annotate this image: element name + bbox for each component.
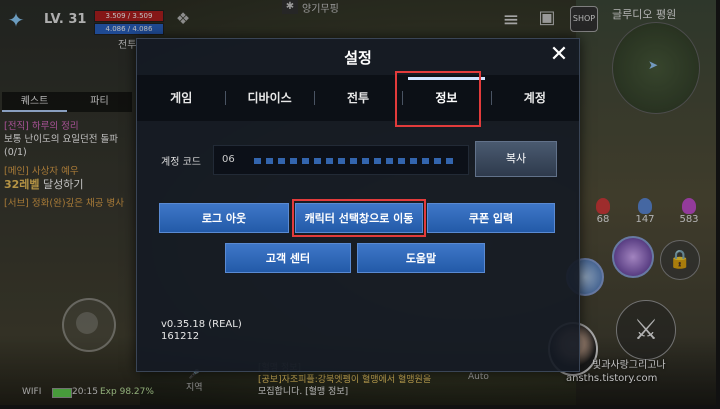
masked-account-code xyxy=(254,158,454,164)
build-number: 161212 xyxy=(161,331,200,342)
tab-game[interactable]: 게임 xyxy=(137,75,225,121)
character-select-highlight xyxy=(292,199,426,237)
tab-device[interactable]: 디바이스 xyxy=(225,75,313,121)
version-label: v0.35.18 (REAL) xyxy=(161,319,242,330)
tab-account[interactable]: 계정 xyxy=(490,75,579,121)
copy-button[interactable]: 복사 xyxy=(475,141,557,177)
logout-button[interactable]: 로그 아웃 xyxy=(159,203,289,233)
coupon-button[interactable]: 쿠폰 입력 xyxy=(427,203,555,233)
tab-info-highlight xyxy=(395,71,481,127)
tab-combat[interactable]: 전투 xyxy=(313,75,402,121)
account-code-field: 06 xyxy=(213,145,469,175)
settings-tabs: 게임 디바이스 전투 정보 계정 xyxy=(137,75,579,121)
support-button[interactable]: 고객 센터 xyxy=(225,243,351,273)
close-icon[interactable]: ✕ xyxy=(547,43,571,67)
version-info: v0.35.18 (REAL) 161212 xyxy=(161,319,242,343)
game-screen: ✦ LV. 31 3.509 / 3.509 4.086 / 4.086 ❖ 전… xyxy=(0,0,720,409)
dialog-title: 설정 xyxy=(344,49,372,67)
help-button[interactable]: 도움말 xyxy=(357,243,485,273)
settings-dialog: 설정 ✕ 게임 디바이스 전투 정보 계정 계정 코드 06 복사 로그 아웃 … xyxy=(136,38,580,372)
account-code-label: 계정 코드 xyxy=(161,157,201,168)
account-code-prefix: 06 xyxy=(222,154,235,165)
